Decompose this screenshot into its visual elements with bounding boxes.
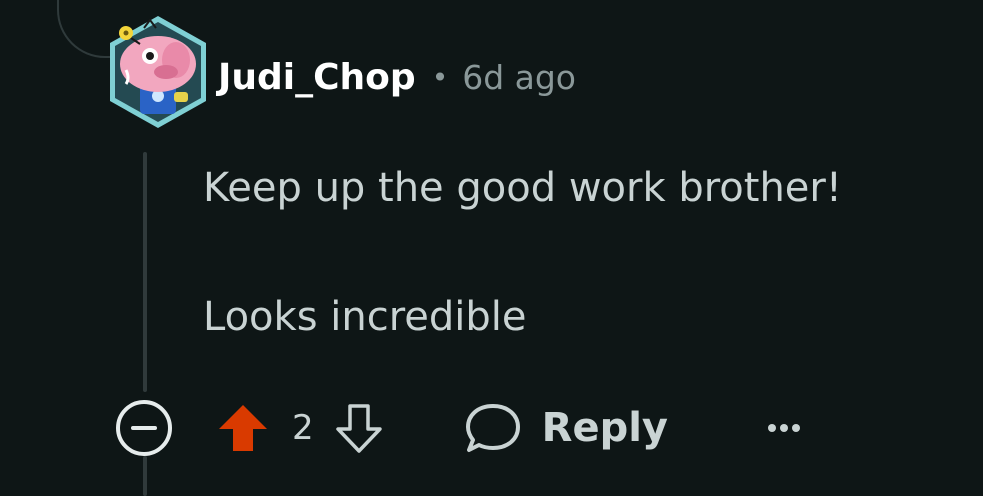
collapse-icon bbox=[116, 400, 172, 456]
collapse-button[interactable] bbox=[112, 396, 176, 460]
comment-header: Judi_Chop • 6d ago bbox=[218, 52, 576, 102]
comment-body-line-2: Looks incredible bbox=[203, 294, 527, 340]
reply-label: Reply bbox=[541, 405, 668, 451]
downvote-button[interactable] bbox=[334, 401, 384, 455]
reply-bubble-icon bbox=[465, 404, 520, 452]
more-options-button[interactable] bbox=[764, 408, 804, 448]
user-avatar[interactable] bbox=[106, 14, 210, 132]
reply-button[interactable]: Reply bbox=[464, 400, 668, 456]
author-username[interactable]: Judi_Chop bbox=[218, 57, 416, 98]
downvote-arrow-icon bbox=[335, 404, 382, 453]
thread-line[interactable] bbox=[143, 152, 147, 392]
comment-timestamp[interactable]: 6d ago bbox=[462, 58, 576, 97]
vote-count: 2 bbox=[292, 408, 314, 448]
comment-body-line-1: Keep up the good work brother! bbox=[203, 165, 842, 211]
more-options-icon bbox=[768, 424, 800, 432]
meta-separator: • bbox=[431, 60, 449, 94]
upvote-arrow-icon bbox=[219, 405, 267, 451]
thread-line-continuation[interactable] bbox=[143, 456, 147, 496]
comment-actions-bar: 2 Reply bbox=[112, 396, 804, 460]
upvote-button[interactable] bbox=[216, 401, 270, 455]
